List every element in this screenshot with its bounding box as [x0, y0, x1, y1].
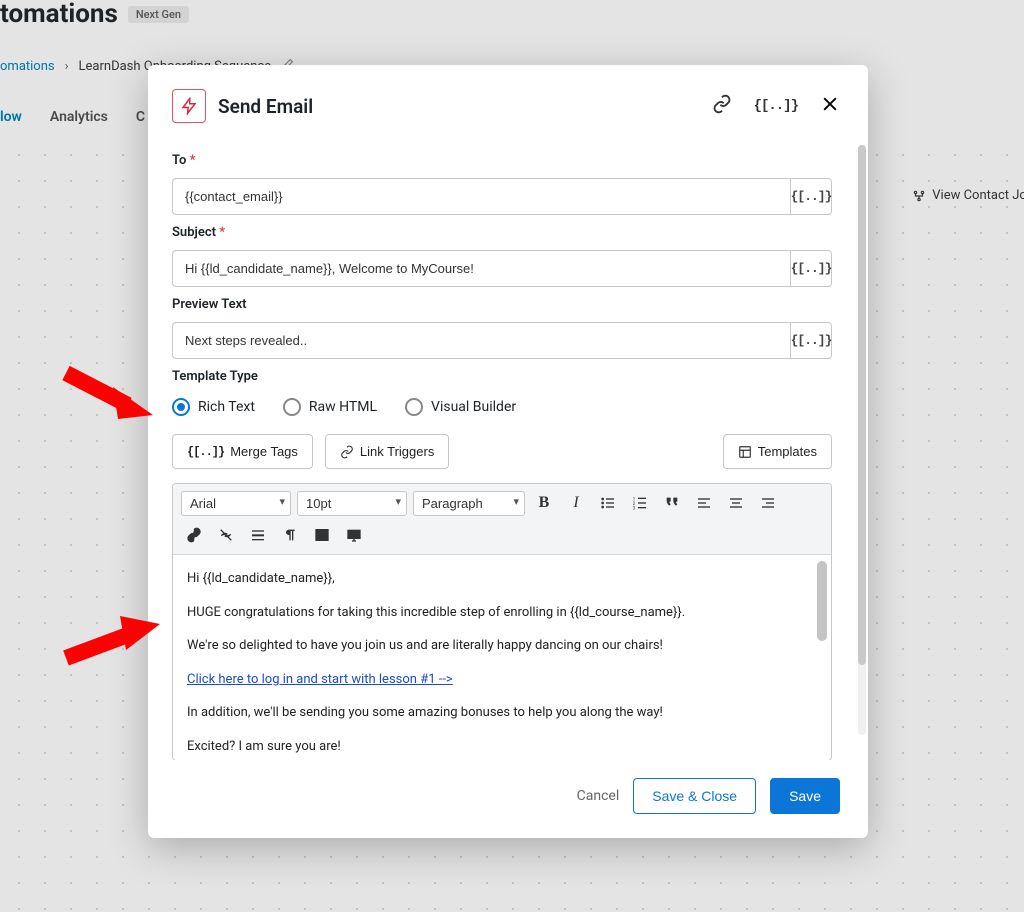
button-label: Merge Tags	[230, 444, 298, 459]
link-triggers-button[interactable]: Link Triggers	[325, 434, 449, 469]
to-merge-tags-button[interactable]: {[..]}	[790, 178, 832, 215]
svg-text:3: 3	[633, 506, 636, 511]
table-icon[interactable]	[309, 522, 335, 548]
bold-icon[interactable]: B	[531, 490, 557, 516]
editor-line: In addition, we'll be sending you some a…	[187, 703, 817, 723]
radio-icon	[283, 398, 301, 416]
editor-body[interactable]: Hi {{ld_candidate_name}}, HUGE congratul…	[173, 555, 831, 760]
to-label: To *	[172, 153, 832, 168]
cancel-button[interactable]: Cancel	[577, 788, 620, 804]
chevron-right-icon: ›	[65, 59, 69, 74]
radio-label: Raw HTML	[309, 399, 377, 415]
button-label: Templates	[758, 444, 817, 459]
align-center-icon[interactable]	[723, 490, 749, 516]
send-email-modal: Send Email {[..]} To * {[..]} Subject * …	[148, 65, 868, 838]
to-field[interactable]	[172, 178, 790, 215]
italic-icon[interactable]: I	[563, 490, 589, 516]
template-type-label: Template Type	[172, 369, 832, 384]
subject-label: Subject *	[172, 225, 832, 240]
merge-tags-button[interactable]: {[..]} Merge Tags	[172, 434, 313, 469]
radio-label: Rich Text	[198, 399, 255, 415]
link-icon[interactable]	[712, 94, 732, 119]
unlink-icon[interactable]	[213, 522, 239, 548]
merge-tags-icon[interactable]: {[..]}	[754, 98, 798, 114]
subject-merge-tags-button[interactable]: {[..]}	[790, 250, 832, 287]
block-format-select[interactable]: Paragraph	[413, 491, 525, 516]
annotation-arrow-1	[58, 365, 158, 425]
blockquote-icon[interactable]	[659, 490, 685, 516]
paragraph-icon[interactable]	[277, 522, 303, 548]
template-type-visual-builder[interactable]: Visual Builder	[405, 398, 516, 416]
templates-button[interactable]: Templates	[723, 434, 832, 469]
editor-scrollbar-thumb[interactable]	[817, 561, 827, 641]
save-button[interactable]: Save	[770, 778, 840, 814]
view-contact-journey-button[interactable]: View Contact Jou	[912, 188, 1024, 203]
annotation-arrow-2	[58, 608, 168, 668]
radio-icon	[172, 398, 190, 416]
editor-toolbar: Arial 10pt Paragraph B I 123	[173, 484, 831, 555]
modal-scrollbar-thumb[interactable]	[858, 145, 866, 665]
font-size-select[interactable]: 10pt	[297, 491, 407, 516]
nextgen-badge: Next Gen	[128, 6, 189, 23]
radio-label: Visual Builder	[431, 399, 516, 415]
horizontal-rule-icon[interactable]	[245, 522, 271, 548]
bolt-icon	[172, 89, 206, 123]
insert-link-icon[interactable]	[181, 522, 207, 548]
editor-link[interactable]: Click here to log in and start with less…	[187, 672, 453, 687]
template-type-raw-html[interactable]: Raw HTML	[283, 398, 377, 416]
page-title: tomations	[0, 0, 118, 29]
preview-field[interactable]	[172, 322, 790, 359]
breadcrumb-link[interactable]: omations	[0, 59, 55, 74]
rich-text-editor: Arial 10pt Paragraph B I 123	[172, 483, 832, 760]
bullet-list-icon[interactable]	[595, 490, 621, 516]
view-contact-journey-label: View Contact Jou	[932, 188, 1024, 203]
subject-field[interactable]	[172, 250, 790, 287]
numbered-list-icon[interactable]: 123	[627, 490, 653, 516]
modal-title: Send Email	[218, 95, 700, 118]
close-icon[interactable]	[820, 94, 840, 119]
editor-line: Excited? I am sure you are!	[187, 737, 817, 757]
button-label: Link Triggers	[360, 444, 434, 459]
editor-line: Hi {{ld_candidate_name}},	[187, 569, 817, 589]
align-left-icon[interactable]	[691, 490, 717, 516]
template-type-rich-text[interactable]: Rich Text	[172, 398, 255, 416]
editor-line: HUGE congratulations for taking this inc…	[187, 603, 817, 623]
radio-icon	[405, 398, 423, 416]
preview-label: Preview Text	[172, 297, 832, 312]
fullscreen-icon[interactable]	[341, 522, 367, 548]
preview-merge-tags-button[interactable]: {[..]}	[790, 322, 832, 359]
save-and-close-button[interactable]: Save & Close	[633, 778, 756, 814]
align-right-icon[interactable]	[755, 490, 781, 516]
editor-line: We're so delighted to have you join us a…	[187, 636, 817, 656]
font-family-select[interactable]: Arial	[181, 491, 291, 516]
